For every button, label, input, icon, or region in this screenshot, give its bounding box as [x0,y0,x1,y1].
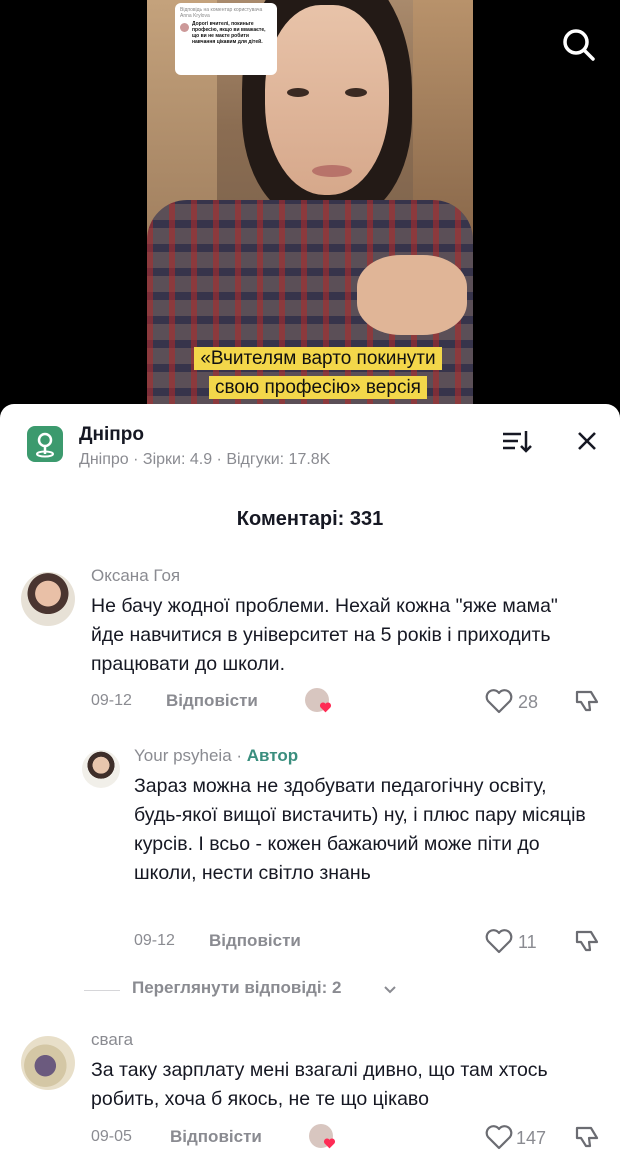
location-pin-icon [27,426,63,462]
reply-button[interactable]: Відповісти [166,691,258,711]
reply-item: Your psyheia · Автор Зараз можна не здоб… [0,744,620,964]
comment-item: Оксана Гоя Не бачу жодної проблеми. Неха… [0,564,620,724]
comment-date: 09-12 [91,692,132,709]
comment-author-name: Your psyheia [134,746,232,765]
dislike-button[interactable] [573,688,601,714]
comment-text: За таку зарплату мені взагалі дивно, що … [91,1059,548,1110]
video-caption-text: «Вчителям варто покинути свою професію» … [194,347,442,399]
search-button[interactable] [558,24,600,66]
like-button[interactable] [484,928,514,954]
avatar[interactable] [21,1036,75,1090]
author-separator: · [231,746,247,765]
video-caption: «Вчителям варто покинути свою професію» … [178,344,458,402]
reply-button[interactable]: Відповісти [170,1127,262,1147]
heart-icon [319,702,332,713]
video-person-eye-right [345,88,367,97]
dislike-button[interactable] [573,1124,601,1150]
video-area[interactable]: Відповідь на коментар користувача Anna K… [0,0,620,420]
reply-sticker-header: Відповідь на коментар користувача Anna K… [180,7,263,19]
comment-text: Не бачу жодної проблеми. Нехай кожна "яж… [91,595,558,675]
reply-sticker-avatar [180,23,189,32]
dislike-button[interactable] [573,928,601,954]
video-person-lips [312,165,352,177]
video-person-eye-left [287,88,309,97]
like-button[interactable] [484,1124,514,1150]
close-button[interactable] [570,424,604,458]
view-replies-button[interactable]: Переглянути відповіді: 2 [84,978,484,1002]
comment-author[interactable]: Оксана Гоя [91,566,180,586]
reply-button[interactable]: Відповісти [209,931,301,951]
comment-text: Зараз можна не здобувати педагогічну осв… [134,775,586,884]
place-title: Дніпро [79,424,144,445]
comment-author[interactable]: свага [91,1030,133,1050]
divider [84,990,120,991]
view-replies-label: Переглянути відповіді: 2 [132,978,342,997]
like-count: 147 [516,1128,547,1148]
like-button[interactable] [484,688,514,714]
comment-author[interactable]: Your psyheia · Автор [134,746,298,766]
sort-button[interactable] [498,426,534,456]
comments-sheet: Дніпро Дніпро · Зірки: 4.9 · Відгуки: 17… [0,404,620,1174]
heart-icon [323,1138,336,1149]
like-count: 11 [518,932,537,952]
search-icon [563,29,595,61]
close-icon [578,432,596,450]
avatar[interactable] [21,572,75,626]
sort-icon [503,431,532,453]
author-badge: Автор [246,746,299,765]
comments-count-title: Коментарі: 331 [236,508,384,530]
comment-date: 09-05 [91,1128,132,1145]
video-reply-sticker: Відповідь на коментар користувача Anna K… [175,3,277,75]
comment-date: 09-12 [134,932,175,949]
place-subtitle: Дніпро · Зірки: 4.9 · Відгуки: 17.8K [79,451,331,468]
avatar[interactable] [82,750,120,788]
video-person-hands [357,255,467,335]
comment-item: свага За таку зарплату мені взагалі дивн… [0,1028,620,1174]
chevron-down-icon [384,986,396,994]
reply-sticker-text: Дорогі вчителі, покиньте професію, якщо … [192,21,266,45]
like-count: 28 [518,692,539,712]
